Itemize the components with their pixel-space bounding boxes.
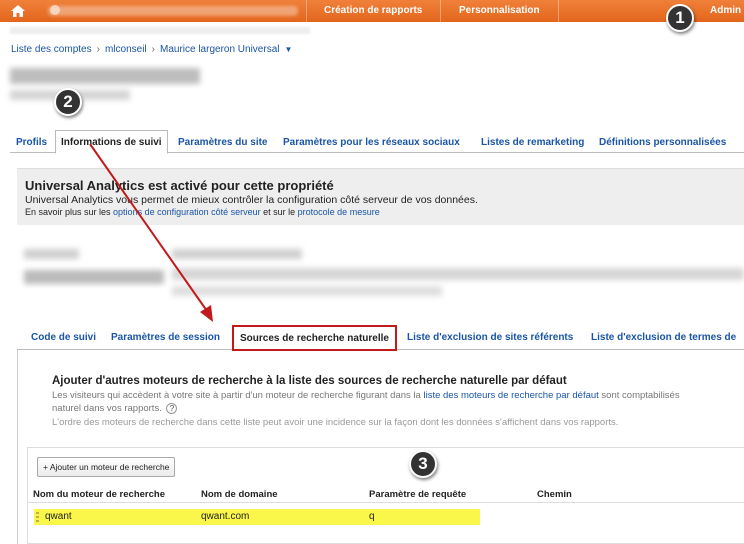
organic-search-sources-section: Ajouter d'autres moteurs de recherche à … — [17, 350, 744, 544]
divider — [440, 0, 441, 22]
tab-custom-definitions[interactable]: Définitions personnalisées — [599, 137, 726, 148]
add-search-engine-button[interactable]: + Ajouter un moteur de recherche — [37, 457, 176, 477]
column-header-query-param[interactable]: Paramètre de requête — [369, 489, 466, 500]
tab-tracking-info[interactable]: Informations de suivi — [55, 130, 168, 154]
tab-social-settings[interactable]: Paramètres pour les réseaux sociaux — [283, 137, 460, 148]
universal-analytics-panel: Universal Analytics est activé pour cett… — [17, 168, 744, 225]
blurred-text — [10, 27, 310, 34]
chevron-right-icon: › — [96, 44, 100, 55]
tab-tracking-code[interactable]: Code de suivi — [31, 332, 96, 343]
tab-reporting[interactable]: Création de rapports — [324, 5, 422, 16]
tab-search-term-exclusion[interactable]: Liste d'exclusion de termes de — [591, 332, 736, 343]
blurred-tracking-id — [24, 270, 164, 284]
tab-customization[interactable]: Personnalisation — [459, 5, 540, 16]
breadcrumb-property[interactable]: Maurice largeron Universal — [160, 44, 280, 55]
server-config-link[interactable]: options de configuration côté serveur — [113, 207, 261, 217]
step-badge-3: 3 — [409, 450, 437, 478]
tab-session-settings[interactable]: Paramètres de session — [111, 332, 220, 343]
section-description-2: naturel dans vos rapports. ? — [52, 403, 178, 414]
column-header-domain[interactable]: Nom de domaine — [201, 489, 278, 500]
blurred-account-name — [48, 6, 298, 16]
home-icon[interactable] — [10, 4, 26, 18]
breadcrumb: Liste des comptes › mlconseil › Maurice larg… — [11, 44, 292, 55]
breadcrumb-accounts[interactable]: Liste des comptes — [11, 44, 92, 55]
more-prefix: En savoir plus sur les — [25, 207, 114, 217]
blurred-property-name — [10, 68, 200, 84]
tab-organic-search-sources[interactable]: Sources de recherche naturelle — [232, 325, 397, 351]
step-badge-1: 1 — [666, 4, 694, 32]
cell-domain: qwant.com — [201, 511, 250, 522]
desc-2: naturel dans vos rapports. — [52, 403, 162, 414]
breadcrumb-account[interactable]: mlconseil — [105, 44, 147, 55]
divider — [558, 0, 559, 22]
table-header: Nom du moteur de recherche Nom de domain… — [28, 487, 744, 503]
divider — [306, 0, 307, 22]
blurred-value — [172, 286, 442, 296]
step-badge-2: 2 — [54, 88, 82, 116]
column-header-engine[interactable]: Nom du moteur de recherche — [33, 489, 165, 500]
section-description: Les visiteurs qui accèdent à votre site … — [52, 390, 680, 401]
column-header-path[interactable]: Chemin — [537, 489, 572, 500]
measurement-protocol-link[interactable]: protocole de mesure — [298, 207, 380, 217]
tab-admin[interactable]: Admin — [710, 5, 741, 16]
tab-site-settings[interactable]: Paramètres du site — [178, 137, 268, 148]
desc-suffix: sont comptabilisés — [598, 390, 680, 401]
panel-title: Universal Analytics est activé pour cett… — [25, 178, 334, 193]
tab-profiles[interactable]: Profils — [16, 137, 47, 148]
chevron-right-icon: › — [151, 44, 155, 55]
caret-down-icon[interactable]: ▼ — [284, 45, 292, 54]
drag-handle-icon[interactable] — [36, 512, 39, 522]
more-middle: et sur le — [260, 207, 298, 217]
blurred-value — [172, 268, 744, 280]
help-icon[interactable]: ? — [166, 403, 178, 414]
tab-referral-exclusion[interactable]: Liste d'exclusion de sites référents — [407, 332, 573, 343]
panel-text: Universal Analytics vous permet de mieux… — [25, 194, 478, 206]
tab-remarketing-lists[interactable]: Listes de remarketing — [481, 137, 584, 148]
cell-query-param: q — [369, 511, 375, 522]
property-tabs: Profils Informations de suivi Paramètres… — [10, 130, 744, 154]
default-search-engines-link[interactable]: liste des moteurs de recherche par défau… — [423, 390, 598, 401]
search-engine-table: + Ajouter un moteur de recherche Nom du … — [27, 447, 744, 544]
cell-engine-name: qwant — [45, 511, 72, 522]
section-title: Ajouter d'autres moteurs de recherche à … — [52, 375, 567, 387]
top-navigation-bar: Création de rapports Personnalisation Ad… — [0, 0, 744, 22]
panel-more: En savoir plus sur les options de config… — [25, 207, 380, 217]
blurred-value — [172, 249, 302, 259]
blurred-label — [24, 249, 79, 259]
section-note: L'ordre des moteurs de recherche dans ce… — [52, 417, 619, 428]
desc-prefix: Les visiteurs qui accèdent à votre site … — [52, 390, 424, 401]
tracking-tabs: Code de suivi Paramètres de session Sour… — [17, 324, 744, 351]
table-row[interactable]: qwant qwant.com q — [34, 509, 480, 525]
